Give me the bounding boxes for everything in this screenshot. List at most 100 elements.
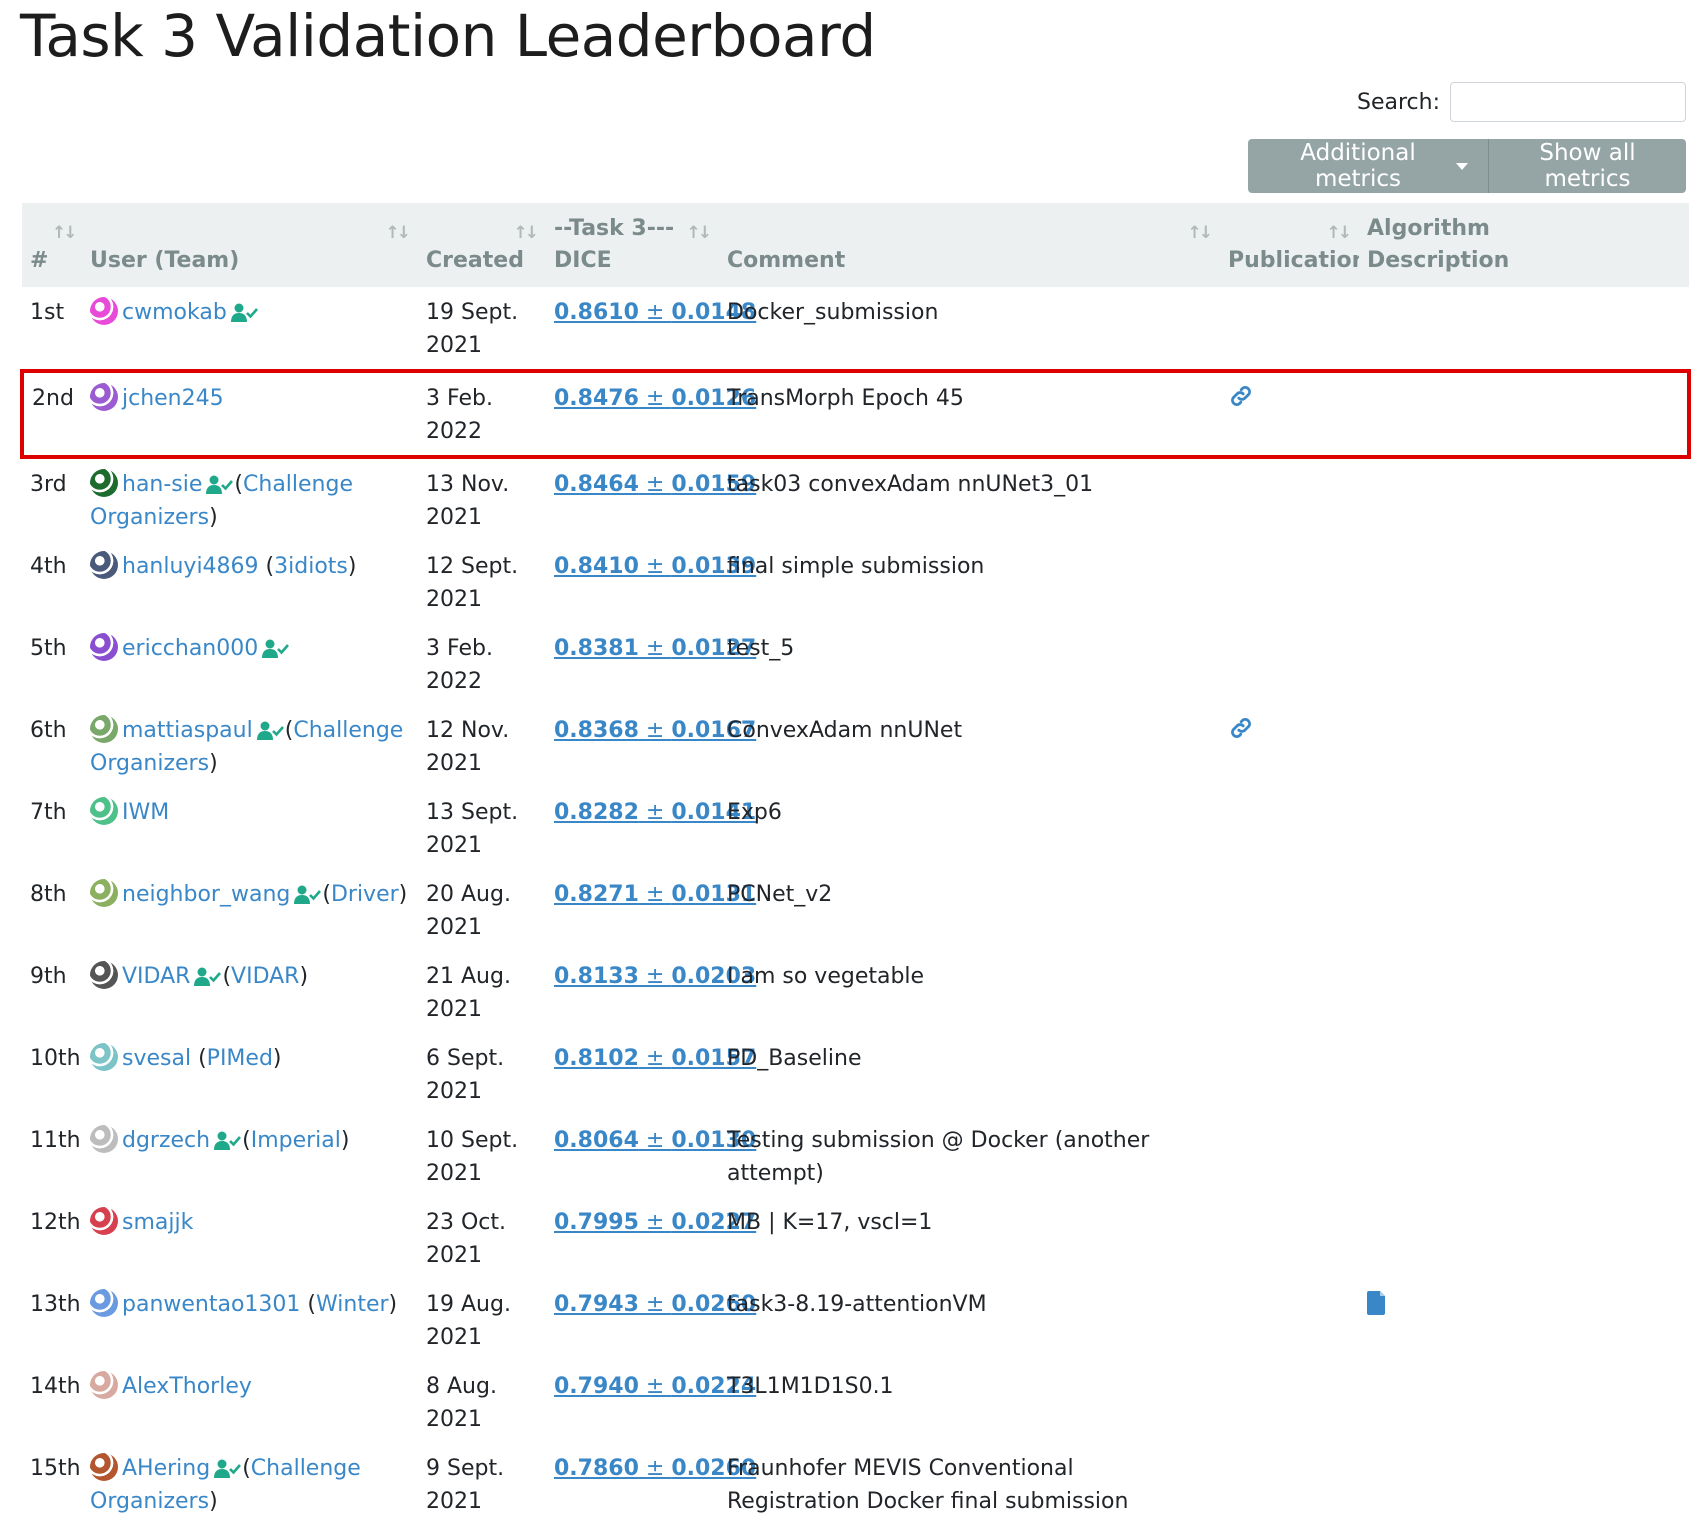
rank-cell: 8th <box>30 882 67 907</box>
team-link[interactable]: VIDAR <box>231 964 299 989</box>
avatar[interactable] <box>90 797 118 825</box>
column-header-rank[interactable]: ↑↓ # <box>22 203 82 287</box>
publication-cell <box>1220 457 1359 541</box>
dice-score-link[interactable]: 0.8368 ± 0.0167 <box>554 718 756 743</box>
username-link[interactable]: panwentao1301 <box>122 1292 300 1317</box>
team-link[interactable]: Driver <box>331 882 399 907</box>
username-link[interactable]: dgrzech <box>122 1128 210 1153</box>
username-link[interactable]: AlexThorley <box>122 1374 252 1399</box>
dice-score-link[interactable]: 0.8476 ± 0.0126 <box>554 386 756 411</box>
dice-score-link[interactable]: 0.8610 ± 0.0148 <box>554 300 756 325</box>
avatar[interactable] <box>90 961 118 989</box>
rank-cell: 11th <box>30 1128 81 1153</box>
publication-link[interactable] <box>1228 386 1254 411</box>
table-row: 10th svesal (PIMed) 6 Sept. 2021 0.8102 ± 0… <box>22 1033 1689 1115</box>
team-link[interactable]: 3idiots <box>274 554 348 579</box>
table-row: 12th smajjk 23 Oct. 2021 0.7995 ± 0.0227 MB … <box>22 1197 1689 1279</box>
team-link[interactable]: PIMed <box>207 1046 273 1071</box>
dice-mean: 0.8133 <box>554 964 639 989</box>
comment-cell: T3L1M1D1S0.1 <box>727 1374 894 1399</box>
avatar[interactable] <box>90 383 118 411</box>
username-link[interactable]: cwmokab <box>122 300 227 325</box>
dice-score-link[interactable]: 0.8064 ± 0.0130 <box>554 1128 756 1153</box>
username-link[interactable]: jchen245 <box>122 386 224 411</box>
algorithm-description-link[interactable] <box>1367 1291 1387 1317</box>
show-all-metrics-button[interactable]: Show all metrics <box>1488 139 1686 193</box>
column-header-user[interactable]: ↑↓ User (Team) <box>82 203 418 287</box>
plus-minus-sign: ± <box>638 1128 672 1153</box>
username-link[interactable]: ericchan000 <box>122 636 258 661</box>
publication-cell <box>1220 1361 1359 1443</box>
created-cell: 19 Sept. 2021 <box>426 300 519 358</box>
username-link[interactable]: VIDAR <box>122 964 190 989</box>
username-link[interactable]: svesal <box>122 1046 191 1071</box>
avatar[interactable] <box>90 1289 118 1317</box>
table-row: 5th ericchan000 3 Feb. 2022 0.8381 ± 0.0127… <box>22 623 1689 705</box>
plus-minus-sign: ± <box>638 718 672 743</box>
sort-icon: ↑↓ <box>1187 223 1213 243</box>
username-link[interactable]: mattiaspaul <box>122 718 253 743</box>
avatar[interactable] <box>90 1125 118 1153</box>
column-header-created[interactable]: ↑↓ Created <box>418 203 546 287</box>
dice-score-link[interactable]: 0.8102 ± 0.0157 <box>554 1046 756 1071</box>
comment-cell: Testing submission @ Docker (another att… <box>727 1128 1150 1186</box>
dice-score-link[interactable]: 0.8410 ± 0.0139 <box>554 554 756 579</box>
username-link[interactable]: AHering <box>122 1456 210 1481</box>
dice-score-link[interactable]: 0.8464 ± 0.0159 <box>554 472 756 497</box>
dice-score-link[interactable]: 0.7860 ± 0.0260 <box>554 1456 756 1481</box>
dice-score-link[interactable]: 0.7943 ± 0.0260 <box>554 1292 756 1317</box>
username-link[interactable]: han-sie <box>122 472 202 497</box>
avatar[interactable] <box>90 297 118 325</box>
avatar[interactable] <box>90 1207 118 1235</box>
avatar[interactable] <box>90 715 118 743</box>
publication-cell <box>1220 623 1359 705</box>
team-paren: ( <box>307 1292 317 1317</box>
publication-link[interactable] <box>1228 718 1254 743</box>
algorithm-description-cell <box>1359 705 1689 787</box>
plus-minus-sign: ± <box>638 1374 672 1399</box>
sort-icon: ↑↓ <box>385 223 411 243</box>
comment-cell: ConvexAdam nnUNet <box>727 718 963 743</box>
verified-user-icon <box>194 967 222 986</box>
column-header-comment[interactable]: ↑↓ Comment <box>719 203 1220 287</box>
additional-metrics-label: Additional metrics <box>1300 140 1416 192</box>
dice-score-link[interactable]: 0.8133 ± 0.0203 <box>554 964 756 989</box>
plus-minus-sign: ± <box>638 800 672 825</box>
file-icon <box>1367 1291 1385 1315</box>
dice-score-link[interactable]: 0.8282 ± 0.0141 <box>554 800 756 825</box>
avatar[interactable] <box>90 633 118 661</box>
team-link[interactable]: Imperial <box>251 1128 341 1153</box>
comment-cell: Exp6 <box>727 800 782 825</box>
username-link[interactable]: IWM <box>122 800 169 825</box>
dice-score-link[interactable]: 0.7940 ± 0.0224 <box>554 1374 756 1399</box>
avatar[interactable] <box>90 551 118 579</box>
avatar[interactable] <box>90 1043 118 1071</box>
avatar[interactable] <box>90 1371 118 1399</box>
table-row: 13th panwentao1301 (Winter) 19 Aug. 2021 0.… <box>22 1279 1689 1361</box>
username-link[interactable]: neighbor_wang <box>122 882 290 907</box>
dice-score-link[interactable]: 0.8381 ± 0.0127 <box>554 636 756 661</box>
dice-mean: 0.8368 <box>554 718 639 743</box>
dice-score-link[interactable]: 0.8271 ± 0.0131 <box>554 882 756 907</box>
created-cell: 13 Nov. 2021 <box>426 472 510 530</box>
user-cell: panwentao1301 (Winter) <box>82 1279 418 1361</box>
rank-cell: 4th <box>30 554 67 579</box>
username-link[interactable]: smajjk <box>122 1210 193 1235</box>
username-link[interactable]: hanluyi4869 <box>122 554 259 579</box>
column-header-dice[interactable]: ↑↓ --Task 3--- DICE <box>546 203 719 287</box>
plus-minus-sign: ± <box>638 1210 672 1235</box>
avatar[interactable] <box>90 1453 118 1481</box>
column-header-publication[interactable]: ↑↓ Publication <box>1220 203 1367 287</box>
team-paren: ( <box>265 554 275 579</box>
team-link[interactable]: Winter <box>316 1292 389 1317</box>
additional-metrics-button[interactable]: Additional metrics <box>1248 139 1488 193</box>
dice-cell: 0.8133 ± 0.0203 <box>546 951 756 1033</box>
comment-cell: MB | K=17, vscl=1 <box>727 1210 933 1235</box>
search-input[interactable] <box>1450 82 1686 122</box>
avatar[interactable] <box>90 469 118 497</box>
avatar[interactable] <box>90 879 118 907</box>
table-row: 3rd han-sie (Challenge Organizers) 13 Nov. … <box>22 457 1689 541</box>
sort-icon: ↑↓ <box>686 223 712 243</box>
dice-score-link[interactable]: 0.7995 ± 0.0227 <box>554 1210 756 1235</box>
rank-cell: 9th <box>30 964 67 989</box>
